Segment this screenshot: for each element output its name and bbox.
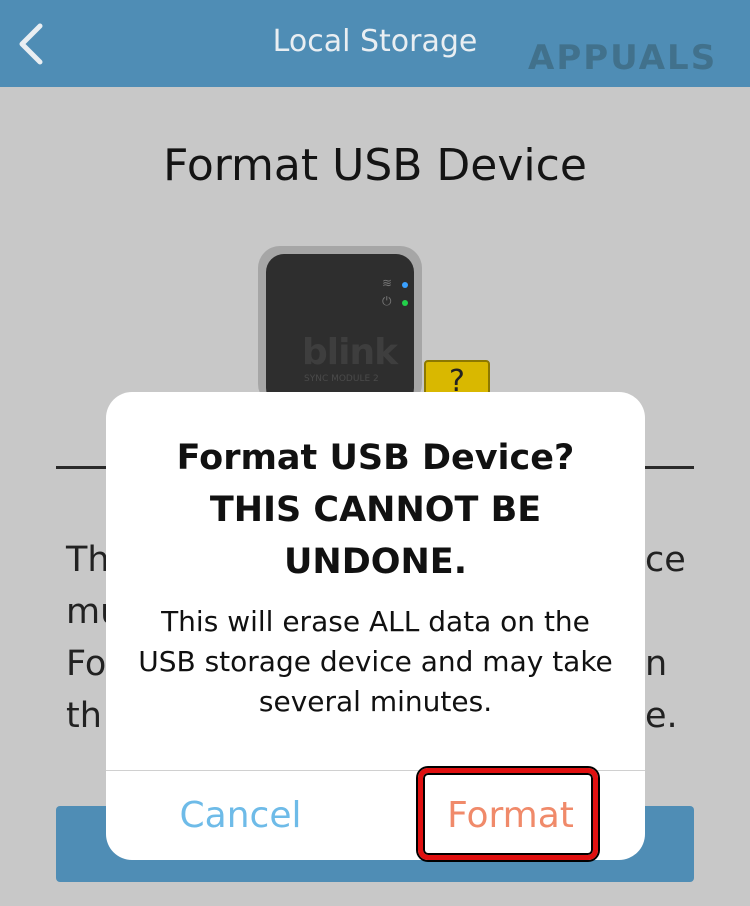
body-fragment: ce (645, 540, 686, 580)
page-title: Format USB Device (163, 140, 587, 191)
dialog-message: This will erase ALL data on the USB stor… (138, 605, 613, 718)
led-blue (402, 282, 408, 288)
format-highlight-box (418, 768, 598, 860)
body-fragment: n (645, 644, 668, 684)
led-green (402, 300, 408, 306)
dialog-title-line: UNDONE. (283, 542, 467, 582)
watermark-text: APPUALS (528, 38, 718, 78)
power-icon: ⏻ (382, 294, 392, 308)
dialog-title-line: Format USB Device? (176, 438, 575, 478)
device-subtitle: SYNC MODULE 2 (304, 374, 379, 384)
device-logo: blink (302, 332, 398, 373)
divider-left (56, 466, 106, 469)
body-fragment: th (66, 696, 102, 736)
dialog-title: Format USB Device? THIS CANNOT BE UNDONE… (126, 432, 625, 588)
cancel-button[interactable]: Cancel (106, 771, 375, 860)
body-fragment: Fo (66, 644, 107, 684)
wifi-icon: ≋ (382, 276, 393, 290)
sync-module-image: ≋ ⏻ blink SYNC MODULE 2 (258, 246, 422, 406)
divider-right (645, 466, 694, 469)
body-fragment: Th (66, 540, 110, 580)
body-fragment: e. (645, 696, 678, 736)
dialog-title-line: THIS CANNOT BE (209, 490, 542, 530)
watermark-logo: APPUALS (528, 38, 717, 90)
